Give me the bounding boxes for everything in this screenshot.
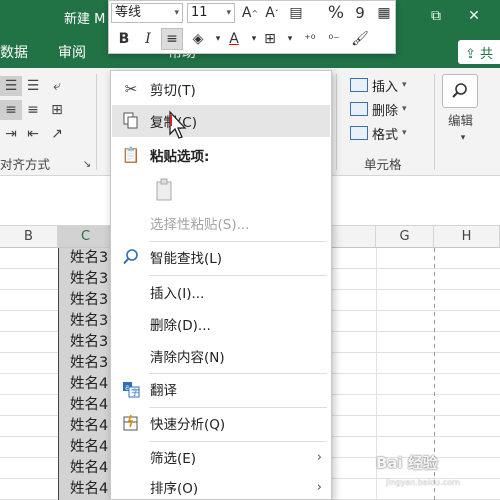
insert-cells-button[interactable]: 插入 ▾: [350, 74, 407, 96]
font-color-button[interactable]: A: [223, 28, 245, 50]
menu-item-cut[interactable]: ✂ 剪切(T): [112, 73, 330, 105]
percent-style-icon[interactable]: %: [325, 2, 347, 24]
mouse-cursor-icon: [169, 110, 187, 139]
format-cells-icon: [350, 126, 368, 140]
fill-color-icon[interactable]: ◈: [187, 28, 209, 50]
insert-cells-icon: [350, 78, 368, 92]
indent-icon[interactable]: ⇥: [0, 124, 22, 144]
cell[interactable]: 姓名3: [70, 311, 108, 332]
window-title: 新建 M: [64, 12, 106, 27]
chevron-down-icon[interactable]: ▾: [452, 128, 474, 148]
smart-lookup-icon: [120, 246, 142, 268]
cell[interactable]: 姓名4: [70, 416, 108, 437]
menu-item-paste-special[interactable]: 选择性粘贴(S)...: [112, 207, 330, 239]
menu-item-filter[interactable]: 筛选(E) ›: [112, 441, 330, 473]
restore-icon[interactable]: ⧉: [418, 0, 454, 32]
scissors-icon: ✂: [124, 80, 138, 98]
tab-review[interactable]: 审阅: [58, 42, 86, 62]
column-header-g[interactable]: G: [376, 226, 434, 248]
increase-font-icon[interactable]: A ^: [239, 2, 261, 24]
svg-text:字: 字: [131, 387, 139, 397]
align-left-icon[interactable]: ≡: [0, 100, 22, 120]
menu-item-clear-contents[interactable]: 清除内容(N): [112, 340, 330, 372]
chevron-down-icon: ▾: [174, 8, 179, 18]
group-separator: [434, 74, 435, 170]
wrap-text-icon[interactable]: ⤶: [46, 76, 68, 96]
search-icon[interactable]: [442, 74, 478, 108]
font-size-box[interactable]: 11 ▾: [187, 3, 235, 23]
tab-data[interactable]: 数据: [0, 42, 28, 62]
context-menu: ✂ 剪切(T) 复制(C) 📋 粘贴选项: 选择性粘贴(S)... 智能查找(L…: [110, 70, 332, 500]
baidu-watermark: Bai 经验 jingyan.baidu.com: [376, 454, 460, 487]
orientation-icon[interactable]: ↗: [46, 124, 68, 144]
delete-cells-button[interactable]: 删除 ▾: [350, 98, 407, 120]
chevron-down-icon[interactable]: ▾: [279, 28, 301, 50]
format-painter-icon[interactable]: 🖌: [349, 28, 371, 50]
copy-icon: [120, 110, 142, 132]
decrease-decimal-icon[interactable]: ⁰⁻: [323, 28, 345, 50]
clipboard-icon: 📋: [121, 146, 141, 164]
borders-icon[interactable]: ⊞: [259, 28, 281, 50]
merge-cells-icon[interactable]: ⊞: [46, 100, 68, 120]
cell[interactable]: 姓名4: [70, 458, 108, 479]
format-table-icon[interactable]: ▦: [373, 2, 395, 24]
translate-icon: a字: [120, 378, 142, 400]
menu-item-sort[interactable]: 排序(O) ›: [112, 471, 330, 500]
cell[interactable]: 姓名3: [70, 269, 108, 290]
column-header-b[interactable]: B: [0, 226, 58, 248]
menu-item-quick-analysis[interactable]: 快速分析(Q): [112, 407, 330, 439]
dialog-launcher-icon[interactable]: ↘: [76, 154, 98, 174]
paste-option-icon[interactable]: [151, 175, 179, 205]
menu-item-paste-options: 📋 粘贴选项:: [121, 146, 210, 165]
share-button[interactable]: ⇪ 共: [458, 40, 500, 64]
column-header-c[interactable]: C: [58, 226, 114, 248]
group-separator: [96, 74, 97, 170]
delete-cells-icon: [350, 102, 368, 116]
chevron-right-icon: ›: [316, 479, 322, 495]
outdent-icon[interactable]: ⇤: [22, 124, 44, 144]
menu-item-translate[interactable]: a字 翻译: [112, 373, 330, 405]
comma-style-icon[interactable]: 9: [349, 2, 371, 24]
cell[interactable]: 姓名3: [70, 353, 108, 374]
font-name-box[interactable]: 等线 ▾: [111, 3, 183, 23]
menu-item-delete[interactable]: 删除(D)...: [112, 308, 330, 340]
align-middle-icon[interactable]: ☰: [22, 76, 44, 96]
menu-item-copy[interactable]: 复制(C): [112, 105, 330, 137]
group-label-alignment: 对齐方式: [0, 157, 51, 172]
cell[interactable]: 姓名4: [70, 437, 108, 458]
italic-button[interactable]: I: [137, 28, 159, 50]
format-cells-button[interactable]: 格式 ▾: [350, 122, 407, 144]
chevron-down-icon: ▾: [226, 8, 231, 18]
align-right-icon[interactable]: ≡: [22, 100, 44, 120]
cell[interactable]: 姓名3: [70, 248, 108, 269]
column-header-h[interactable]: H: [434, 226, 500, 248]
quick-analysis-icon: [120, 412, 142, 434]
cell[interactable]: 姓名3: [70, 332, 108, 353]
accounting-format-icon[interactable]: ▤: [285, 2, 307, 24]
group-label-editing[interactable]: 编辑: [448, 110, 473, 129]
cell[interactable]: 姓名3: [70, 290, 108, 311]
close-icon[interactable]: ✕: [456, 0, 492, 32]
menu-item-insert[interactable]: 插入(I)...: [112, 276, 330, 308]
group-separator: [336, 74, 337, 170]
chevron-right-icon: ›: [316, 449, 322, 465]
align-center-icon[interactable]: ≡: [161, 28, 183, 50]
mini-toolbar: 等线 ▾ 11 ▾ A ^ Aˇ ▤ % 9 ▦ B I ≡ ◈ ▾ A ▾ ⊞ ▾ …: [108, 0, 396, 54]
bold-button[interactable]: B: [113, 28, 135, 50]
cell[interactable]: 姓名4: [70, 395, 108, 416]
align-top-icon[interactable]: ☰: [0, 76, 22, 96]
cell[interactable]: 姓名4: [70, 374, 108, 395]
group-label-cells: 单元格: [364, 157, 402, 172]
menu-item-smart-lookup[interactable]: 智能查找(L): [112, 241, 330, 273]
cell[interactable]: 姓名4: [70, 479, 108, 500]
increase-decimal-icon[interactable]: ⁺⁰: [299, 28, 321, 50]
decrease-font-icon[interactable]: Aˇ: [261, 2, 283, 24]
